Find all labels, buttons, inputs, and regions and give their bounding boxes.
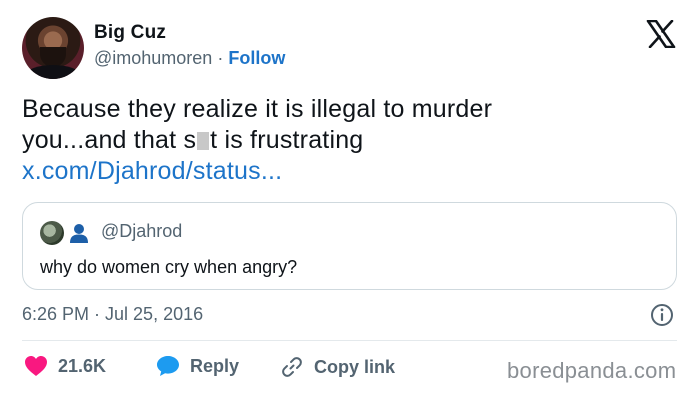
divider — [22, 340, 677, 341]
censor-block — [197, 132, 210, 150]
info-icon[interactable] — [650, 303, 674, 327]
user-handle[interactable]: @imohumoren — [94, 48, 212, 68]
quoted-handle[interactable]: @Djahrod — [101, 221, 182, 242]
follow-button[interactable]: Follow — [228, 48, 285, 68]
display-name[interactable]: Big Cuz — [94, 22, 166, 44]
handle-row: @imohumoren · Follow — [94, 48, 285, 69]
person-icon — [70, 224, 88, 243]
avatar-shirt — [26, 65, 80, 79]
quoted-text: why do women cry when angry? — [40, 257, 298, 277]
watermark: boredpanda.com — [507, 358, 677, 383]
like-button[interactable]: 21.6K — [24, 355, 106, 377]
tweet-line-2-end: t is frustrating — [210, 126, 364, 154]
tweet-text: Because they realize it is illegal to mu… — [22, 94, 672, 187]
link-icon — [282, 357, 302, 377]
like-count: 21.6K — [58, 355, 107, 376]
quoted-tweet-card[interactable]: @Djahrod why do women cry when angry? — [22, 202, 677, 290]
avatar[interactable] — [22, 17, 84, 79]
copy-link-label: Copy link — [314, 356, 396, 377]
quoted-avatar[interactable] — [40, 221, 64, 245]
heart-icon — [25, 356, 47, 376]
separator-dot: · — [217, 48, 224, 68]
reply-bubble-icon — [157, 356, 179, 376]
reply-label: Reply — [190, 355, 240, 376]
reply-button[interactable]: Reply — [156, 355, 239, 377]
tweet-line-2: you...and that s t is frustrating — [22, 125, 672, 156]
tweet-timestamp[interactable]: 6:26 PM · Jul 25, 2016 — [22, 304, 203, 325]
copy-link-button[interactable]: Copy link — [280, 355, 395, 379]
x-logo-icon[interactable] — [646, 20, 676, 48]
tweet-line-1: Because they realize it is illegal to mu… — [22, 95, 493, 123]
tweet-line-2-start: you...and that s — [22, 126, 197, 154]
avatar-beard — [40, 47, 66, 67]
tweet-link[interactable]: x.com/Djahrod/status... — [22, 156, 672, 187]
